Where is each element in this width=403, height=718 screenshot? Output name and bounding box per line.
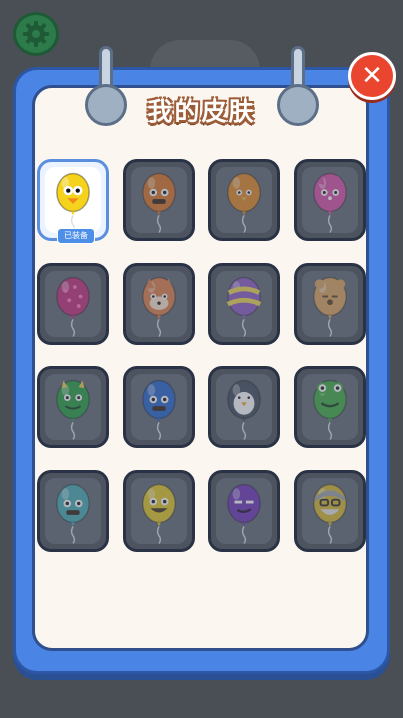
balloon-orange-bird-icon	[227, 172, 261, 233]
skin-slot-blue-monster[interactable]	[123, 366, 195, 448]
skin-slot-penguin[interactable]	[208, 366, 280, 448]
balloon-old-man-icon	[313, 483, 347, 544]
balloon-fox-icon	[142, 276, 176, 337]
balloon-frog-icon	[313, 379, 347, 440]
skin-slot-bear[interactable]	[294, 263, 366, 345]
balloon-pink-polka-icon	[56, 276, 90, 337]
skin-slot-teal-monster[interactable]	[37, 470, 109, 552]
balloon-teal-monster-icon	[56, 483, 90, 544]
settings-button[interactable]	[13, 12, 59, 56]
skin-slot-chick[interactable]: 已装备	[37, 159, 109, 244]
skin-slot-purple-stripes[interactable]	[208, 263, 280, 345]
skin-slot-fox[interactable]	[123, 263, 195, 345]
balloon-chick-icon	[56, 172, 90, 233]
skin-slot-pink-polka[interactable]	[37, 263, 109, 345]
close-button[interactable]: ✕	[348, 52, 396, 100]
page-title: 我的皮肤	[147, 97, 256, 126]
balloon-pink-cat-icon	[313, 172, 347, 233]
close-icon: ✕	[361, 61, 383, 91]
skin-slot-frog[interactable]	[294, 366, 366, 448]
balloon-penguin-icon	[227, 379, 261, 440]
balloon-orange-monster-icon	[142, 172, 176, 233]
balloon-blue-monster-icon	[142, 379, 176, 440]
skin-slot-green-dragon[interactable]	[37, 366, 109, 448]
skin-slot-orange-monster[interactable]	[123, 159, 195, 241]
balloon-green-dragon-icon	[56, 379, 90, 440]
balloon-yellow-smile-icon	[142, 483, 176, 544]
skin-slot-old-man[interactable]	[294, 470, 366, 552]
balloon-purple-stripes-icon	[226, 276, 262, 337]
balloon-bear-icon	[313, 276, 347, 337]
gear-icon	[23, 21, 49, 47]
skin-slot-purple-smirk[interactable]	[208, 470, 280, 552]
balloon-purple-smirk-icon	[227, 483, 261, 544]
skin-slot-yellow-smile[interactable]	[123, 470, 195, 552]
skins-grid: 已装备	[37, 159, 367, 553]
skin-slot-pink-cat[interactable]	[294, 159, 366, 241]
skin-slot-orange-bird[interactable]	[208, 159, 280, 241]
equipped-badge: 已装备	[57, 228, 95, 244]
